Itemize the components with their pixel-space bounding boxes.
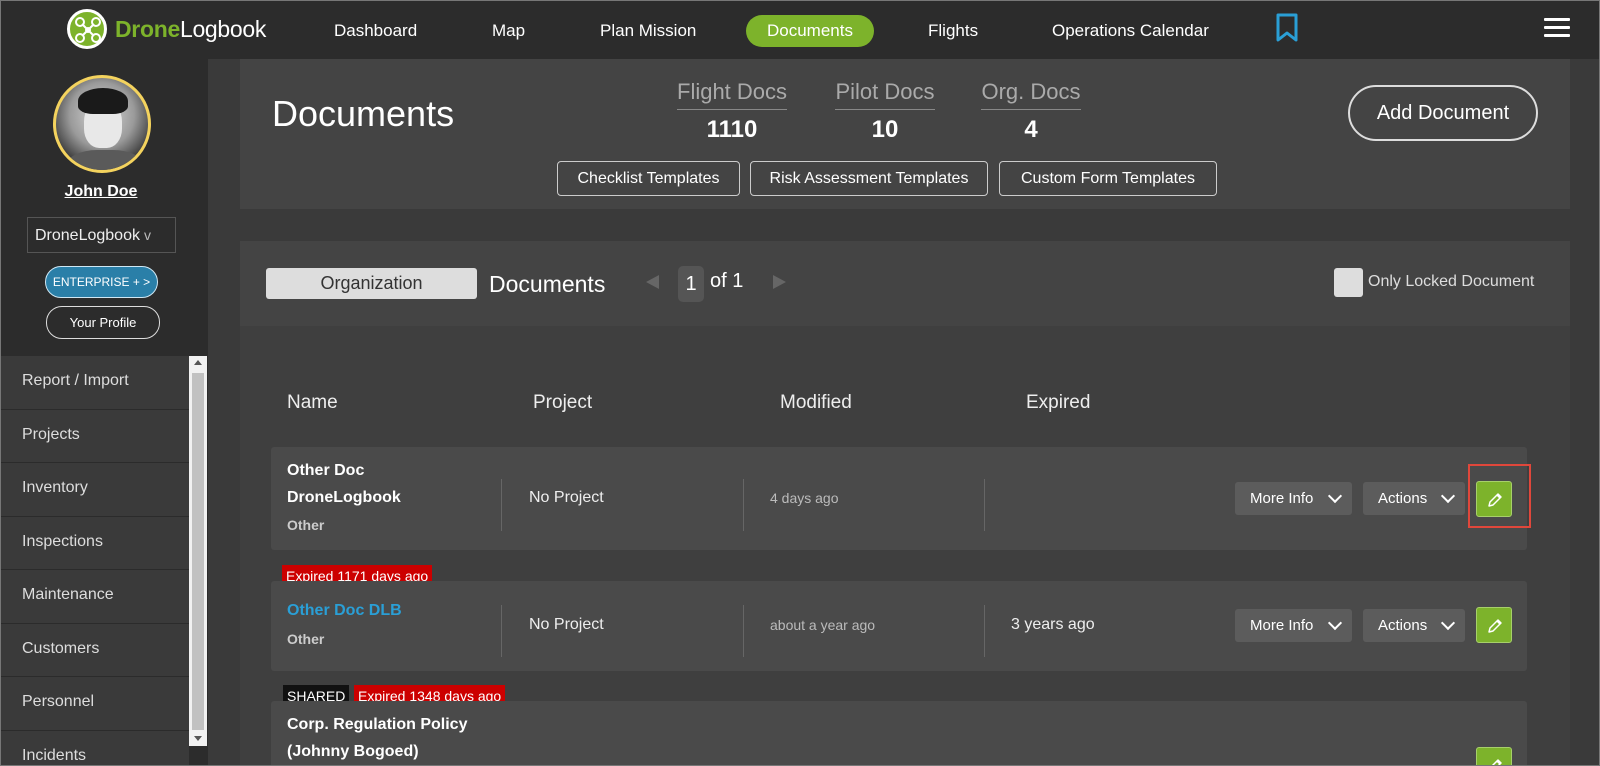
hamburger-menu-icon[interactable] (1544, 18, 1570, 42)
table-row: Corp. Regulation Policy (Johnny Bogoed) (271, 701, 1527, 765)
sidebar-item-incidents[interactable]: Incidents (1, 731, 189, 766)
stat-label: Pilot Docs (835, 79, 935, 110)
document-project: No Project (529, 489, 604, 506)
document-type: Other (287, 517, 325, 533)
scrollbar-thumb[interactable] (192, 373, 204, 730)
table-row: Other Doc DLB Other No Project about a y… (271, 581, 1527, 671)
document-name-link[interactable]: Other Doc DLB (287, 597, 402, 624)
divider (743, 479, 744, 531)
only-locked-checkbox[interactable] (1334, 268, 1363, 297)
sidebar: John Doe DroneLogbook v ENTERPRISE + > Yo… (1, 59, 208, 766)
document-expired: 3 years ago (1011, 616, 1095, 633)
sidebar-item-customers[interactable]: Customers (1, 624, 189, 677)
documents-list-header: Organization Documents 1 of 1 Only Locke… (240, 241, 1570, 326)
stat-value: 4 (1024, 116, 1038, 143)
column-header-expired: Expired (1026, 392, 1091, 413)
document-name: Corp. Regulation Policy (Johnny Bogoed) (287, 716, 468, 760)
sidebar-item-inspections[interactable]: Inspections (1, 517, 189, 570)
stat-flight-docs[interactable]: Flight Docs 1110 (677, 79, 787, 144)
divider (984, 605, 985, 657)
sidebar-item-report-import[interactable]: Report / Import (1, 356, 189, 410)
chevron-down-icon (1327, 615, 1343, 631)
next-page-icon[interactable] (773, 275, 786, 289)
pencil-icon (1488, 619, 1502, 633)
stat-label: Flight Docs (677, 79, 787, 110)
edit-button[interactable] (1476, 747, 1512, 765)
checklist-templates-button[interactable]: Checklist Templates (557, 161, 740, 196)
add-document-button[interactable]: Add Document (1348, 85, 1538, 141)
documents-list-panel: Organization Documents 1 of 1 Only Locke… (240, 241, 1570, 765)
stat-pilot-docs[interactable]: Pilot Docs 10 (835, 79, 935, 144)
document-project: No Project (529, 616, 604, 633)
nav-operations-calendar[interactable]: Operations Calendar (1031, 15, 1230, 47)
documents-label: Documents (489, 271, 606, 297)
table-row: Other Doc DroneLogbook Other No Project 4… (271, 447, 1531, 550)
scroll-up-icon[interactable] (194, 360, 202, 365)
avatar[interactable] (53, 75, 151, 173)
risk-assessment-templates-button[interactable]: Risk Assessment Templates (750, 161, 988, 196)
organization-select[interactable]: DroneLogbook v (27, 217, 176, 253)
divider (501, 605, 502, 657)
column-header-project: Project (533, 392, 593, 413)
chevron-down-icon: v (143, 227, 151, 243)
your-profile-button[interactable]: Your Profile (46, 306, 160, 339)
prev-page-icon[interactable] (646, 275, 659, 289)
sidebar-item-personnel[interactable]: Personnel (1, 677, 189, 731)
actions-dropdown[interactable]: Actions (1363, 609, 1465, 642)
stat-org-docs[interactable]: Org. Docs 4 (981, 79, 1081, 144)
top-nav: DroneLogbook Dashboard Map Plan Mission … (1, 1, 1599, 59)
column-header-modified: Modified (780, 392, 852, 413)
sidebar-item-inventory[interactable]: Inventory (1, 463, 189, 517)
app-logo[interactable]: DroneLogbook (67, 9, 266, 49)
stat-value: 10 (871, 116, 899, 143)
document-modified: 4 days ago (770, 490, 839, 506)
nav-documents[interactable]: Documents (746, 15, 874, 47)
documents-header: Documents Flight Docs 1110 Pilot Docs 10… (240, 59, 1570, 209)
page-total: of 1 (710, 270, 744, 292)
stat-value: 1110 (706, 116, 758, 143)
document-type: Other (287, 631, 325, 647)
nav-plan-mission[interactable]: Plan Mission (579, 15, 717, 47)
bookmark-icon[interactable] (1275, 13, 1299, 48)
divider (984, 479, 985, 531)
nav-dashboard[interactable]: Dashboard (313, 15, 438, 47)
only-locked-label[interactable]: Only Locked Document (1368, 273, 1534, 291)
document-modified: about a year ago (770, 617, 876, 633)
column-header-name: Name (287, 392, 338, 413)
edit-button[interactable] (1476, 481, 1512, 517)
sidebar-menu: Report / Import Projects Inventory Inspe… (1, 356, 189, 766)
chevron-down-icon (1440, 615, 1456, 631)
edit-button[interactable] (1476, 607, 1512, 643)
more-info-dropdown[interactable]: More Info (1235, 482, 1352, 515)
pencil-icon (1491, 759, 1502, 765)
actions-dropdown[interactable]: Actions (1363, 482, 1465, 515)
sidebar-scrollbar[interactable] (189, 356, 207, 746)
chevron-down-icon (1440, 488, 1456, 504)
custom-form-templates-button[interactable]: Custom Form Templates (999, 161, 1217, 196)
logo-text: DroneLogbook (115, 15, 267, 42)
stat-label: Org. Docs (981, 79, 1081, 110)
nav-flights[interactable]: Flights (907, 15, 999, 47)
user-name-link[interactable]: John Doe (1, 183, 201, 201)
enterprise-plan-button[interactable]: ENTERPRISE + > (45, 266, 158, 298)
current-page[interactable]: 1 (678, 266, 704, 302)
sidebar-item-projects[interactable]: Projects (1, 410, 189, 463)
more-info-dropdown[interactable]: More Info (1235, 609, 1352, 642)
chevron-down-icon (1327, 488, 1343, 504)
scroll-down-icon[interactable] (194, 736, 202, 741)
tab-organization[interactable]: Organization (266, 268, 477, 299)
divider (501, 479, 502, 531)
nav-map[interactable]: Map (471, 15, 546, 47)
drone-logo-icon (67, 9, 107, 49)
document-name: Other Doc DroneLogbook (287, 462, 401, 506)
page-title: Documents (272, 93, 455, 134)
sidebar-item-maintenance[interactable]: Maintenance (1, 570, 189, 624)
pencil-icon (1488, 493, 1502, 507)
divider (743, 605, 744, 657)
app-window: DroneLogbook Dashboard Map Plan Mission … (0, 0, 1600, 766)
